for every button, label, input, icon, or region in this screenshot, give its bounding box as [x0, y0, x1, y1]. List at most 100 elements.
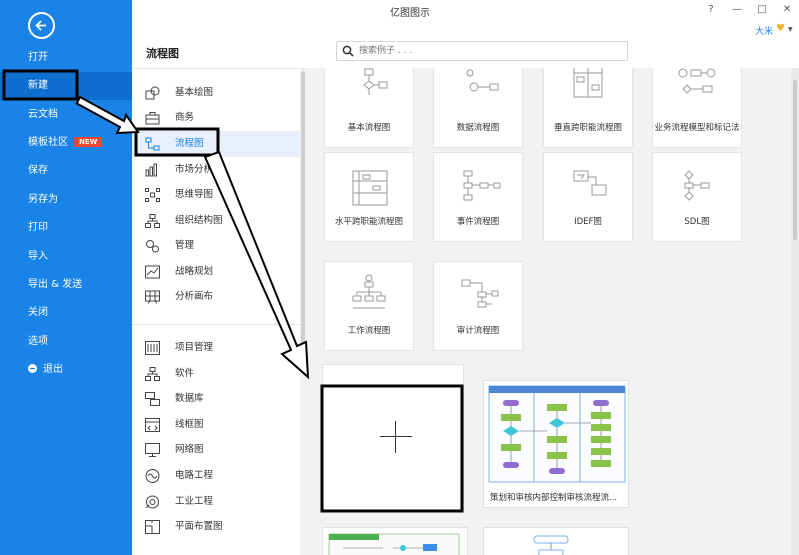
nav-open[interactable]: 打开 — [0, 44, 132, 72]
minimize-button[interactable]: — — [730, 4, 744, 15]
template-label: 水平跨职能流程图 — [334, 217, 403, 227]
help-button[interactable]: ? — [704, 4, 718, 15]
example-thumbnail — [328, 533, 460, 555]
category-label: 管理 — [175, 240, 195, 251]
example-label: 策划和审核内部控制审核流程流... — [490, 493, 618, 503]
circuit-icon — [145, 469, 160, 483]
section-title: 流程图 — [146, 47, 179, 60]
category-item[interactable]: 商务 — [132, 105, 300, 131]
template-thumbnail — [573, 68, 603, 98]
template-card[interactable]: 基本流程图 — [324, 68, 414, 148]
template-label: 工作流程图 — [347, 326, 391, 336]
nav-label: 导出 & 发送 — [28, 279, 83, 290]
template-card[interactable]: 数据流程图 — [433, 68, 523, 148]
back-button[interactable] — [28, 12, 55, 39]
category-item[interactable]: 思维导图 — [132, 182, 300, 208]
blank-document-card[interactable] — [322, 364, 464, 511]
network-icon — [145, 443, 160, 457]
shapes-icon — [145, 86, 160, 100]
nav-print[interactable]: 打印 — [0, 214, 132, 242]
search-input[interactable] — [359, 44, 619, 58]
app-title: 亿图图示 — [390, 8, 430, 19]
example-card-partial[interactable] — [483, 527, 629, 555]
nav-template-community[interactable]: 模板社区 NEW — [0, 129, 132, 157]
canvas-icon — [145, 290, 160, 304]
category-item[interactable]: 平面布置图 — [132, 514, 300, 540]
template-thumbnail — [466, 69, 499, 92]
chevron-down-icon[interactable]: ▼ — [788, 26, 793, 33]
nav-label: 导入 — [28, 251, 48, 262]
nav-close[interactable]: 关闭 — [0, 299, 132, 327]
software-icon — [145, 367, 160, 381]
scrollbar-thumb[interactable] — [793, 80, 797, 240]
maximize-button[interactable]: □ — [755, 4, 769, 15]
category-item[interactable]: 分析画布 — [132, 284, 300, 310]
category-item[interactable]: 战略规划 — [132, 259, 300, 285]
category-item[interactable]: 基本绘图 — [132, 80, 300, 106]
database-icon — [145, 392, 160, 406]
scrollbar-thumb[interactable] — [301, 71, 305, 361]
template-card[interactable]: 水平跨职能流程图 — [324, 152, 414, 242]
nav-label: 云文档 — [28, 109, 58, 120]
template-card[interactable]: 业务流程模型和标记法 — [652, 68, 742, 148]
template-thumbnail — [352, 274, 386, 309]
nav-new[interactable]: 新建 — [0, 72, 132, 100]
category-item[interactable]: 电路工程 — [132, 463, 300, 489]
category-label: 战略规划 — [175, 266, 214, 277]
category-item[interactable]: 软件 — [132, 361, 300, 387]
bar-chart-icon — [145, 163, 157, 177]
nav-options[interactable]: 选项 — [0, 328, 132, 356]
template-thumbnail — [678, 68, 716, 94]
template-card[interactable]: IDEF图 — [543, 152, 633, 242]
nav-exit[interactable]: 退出 — [0, 356, 132, 384]
new-badge: NEW — [74, 137, 103, 147]
nav-label: 打开 — [28, 52, 48, 63]
category-label: 组织结构图 — [175, 215, 223, 226]
category-item[interactable]: 市场分析 — [132, 157, 300, 183]
nav-save-as[interactable]: 另存为 — [0, 186, 132, 214]
category-label: 软件 — [175, 368, 195, 379]
category-label: 基本绘图 — [175, 87, 214, 98]
category-item[interactable]: 工业工程 — [132, 489, 300, 515]
category-item[interactable]: 线框图 — [132, 412, 300, 438]
gallery-scrollbar[interactable] — [791, 68, 799, 555]
user-name[interactable]: 大米 — [755, 24, 773, 37]
nav-export-send[interactable]: 导出 & 发送 — [0, 271, 132, 299]
search-icon — [342, 45, 354, 57]
category-label: 网络图 — [175, 444, 204, 455]
mindmap-icon — [145, 188, 160, 202]
category-item[interactable]: 流程图 — [132, 131, 300, 157]
nav-label: 关闭 — [28, 307, 48, 318]
briefcase-icon — [145, 112, 160, 125]
template-label: SDL图 — [684, 217, 710, 227]
plus-icon-vertical — [395, 421, 396, 453]
category-item[interactable]: 项目管理 — [132, 335, 300, 361]
template-card[interactable]: SDL图 — [652, 152, 742, 242]
template-card[interactable]: 审计流程图 — [433, 261, 523, 351]
template-label: 数据流程图 — [456, 123, 500, 133]
line-chart-icon — [145, 265, 160, 279]
close-button[interactable]: ✕ — [780, 4, 794, 15]
template-thumbnail — [363, 68, 388, 95]
nav-label: 打印 — [28, 222, 48, 233]
nav-cloud-docs[interactable]: 云文档 — [0, 101, 132, 129]
example-card[interactable]: 策划和审核内部控制审核流程流... — [483, 380, 629, 508]
example-thumbnail — [488, 385, 626, 483]
category-item[interactable]: 网络图 — [132, 437, 300, 463]
nav-save[interactable]: 保存 — [0, 157, 132, 185]
template-card[interactable]: 工作流程图 — [324, 261, 414, 351]
template-thumbnail — [573, 170, 607, 196]
category-item[interactable]: 组织结构图 — [132, 208, 300, 234]
category-label: 商务 — [175, 112, 195, 123]
backstage-nav: 打开 新建 云文档 模板社区 NEW 保存 另存为 打印 导入 导出 & 发送 关… — [0, 0, 132, 555]
arrow-left-icon — [35, 20, 46, 31]
nav-import[interactable]: 导入 — [0, 243, 132, 271]
template-thumbnail — [463, 170, 501, 201]
category-item[interactable]: 数据库 — [132, 386, 300, 412]
category-item[interactable]: 管理 — [132, 233, 300, 259]
template-card[interactable]: 事件流程图 — [433, 152, 523, 242]
search-box[interactable] — [336, 41, 628, 61]
template-card[interactable]: 垂直跨职能流程图 — [543, 68, 633, 148]
template-thumbnail — [684, 170, 710, 201]
example-card-partial[interactable] — [322, 527, 468, 555]
